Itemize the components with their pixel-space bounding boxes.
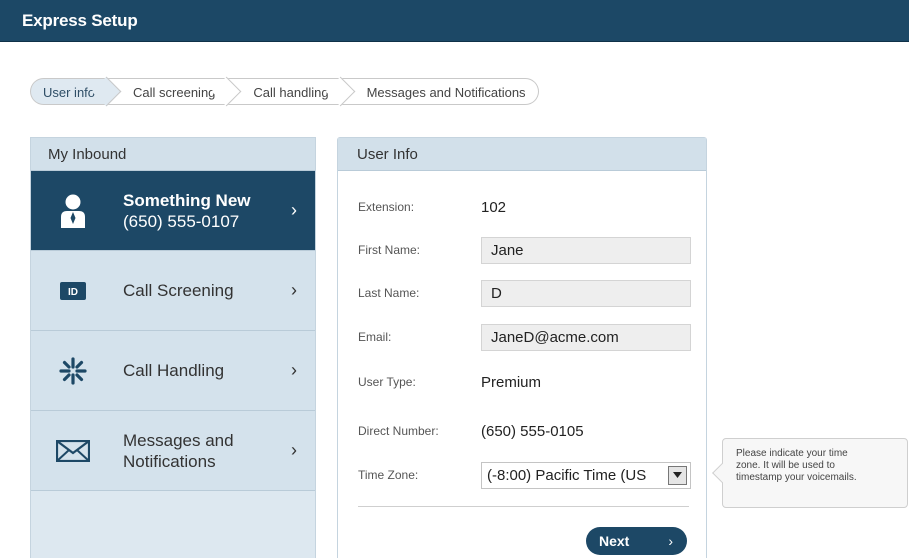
- sidebar-item-name: Something New: [123, 190, 251, 210]
- sidebar-item-user[interactable]: Something New (650) 555-0107 ›: [31, 171, 315, 251]
- first-name-label: First Name:: [358, 243, 421, 257]
- chevron-right-icon: ›: [291, 360, 297, 380]
- breadcrumb-call-screening[interactable]: Call screening: [107, 76, 242, 107]
- call-handling-icon: [53, 355, 93, 387]
- divider: [358, 506, 689, 507]
- breadcrumb-label: User info: [43, 85, 96, 100]
- sidebar-item-messages[interactable]: Messages and Notifications ›: [31, 411, 315, 491]
- user-type-row: User Type: Premium: [358, 368, 698, 396]
- extension-value: 102: [481, 198, 507, 216]
- sidebar-item-name: Messages and: [123, 430, 234, 450]
- direct-number-value: (650) 555-0105: [481, 422, 584, 440]
- my-inbound-title: My Inbound: [31, 138, 315, 171]
- tooltip-tail: [712, 463, 732, 483]
- breadcrumb-label: Call screening: [133, 85, 216, 100]
- extension-row: Extension: 102: [358, 193, 698, 221]
- time-zone-tooltip: Please indicate your time zone. It will …: [712, 438, 908, 508]
- last-name-label: Last Name:: [358, 286, 420, 300]
- chevron-right-icon: ›: [668, 533, 673, 549]
- email-field[interactable]: JaneD@acme.com: [481, 323, 691, 351]
- window-title: Express Setup: [22, 11, 138, 30]
- direct-number-label: Direct Number:: [358, 424, 439, 438]
- chevron-right-icon: ›: [291, 280, 297, 300]
- user-info-panel: User Info Extension: 102 First Name: Jan…: [337, 137, 707, 558]
- email-label: Email:: [358, 330, 392, 344]
- my-inbound-panel: My Inbound Something New (650) 555-0107 …: [30, 137, 316, 558]
- next-button-label: Next: [599, 533, 630, 549]
- sidebar-item-label: Call Handling: [123, 331, 224, 410]
- tooltip-line: timestamp your voicemails.: [736, 472, 857, 483]
- next-button[interactable]: Next ›: [586, 527, 687, 555]
- time-zone-label: Time Zone:: [358, 468, 419, 482]
- direct-number-row: Direct Number: (650) 555-0105: [358, 417, 698, 445]
- user-icon: [53, 194, 93, 228]
- first-name-row: First Name: Jane: [358, 236, 698, 264]
- sidebar-item-name-cont: Notifications: [123, 451, 216, 471]
- time-zone-row: Time Zone: (-8:00) Pacific Time (US: [358, 461, 698, 489]
- breadcrumb-label: Call handling: [253, 85, 329, 100]
- user-type-value: Premium: [481, 373, 542, 391]
- breadcrumb-messages[interactable]: Messages and Notifications: [340, 78, 539, 105]
- sidebar-item-number: (650) 555-0107: [123, 211, 240, 231]
- sidebar-item-label: Call Screening: [123, 251, 234, 330]
- sidebar-item-call-screening[interactable]: ID Call Screening ›: [31, 251, 315, 331]
- svg-text:ID: ID: [68, 287, 78, 298]
- sidebar-item-call-handling[interactable]: Call Handling ›: [31, 331, 315, 411]
- id-badge-icon: ID: [53, 275, 93, 307]
- chevron-down-icon[interactable]: [668, 465, 687, 485]
- title-bar: Express Setup: [0, 0, 909, 42]
- breadcrumb-call-handling[interactable]: Call handling: [227, 76, 355, 107]
- sidebar-item-label: Messages and Notifications: [123, 411, 234, 490]
- tooltip-line: Please indicate your time: [736, 448, 848, 459]
- breadcrumb-label: Messages and Notifications: [366, 85, 526, 100]
- user-info-title: User Info: [338, 138, 706, 171]
- sidebar-item-label: Something New (650) 555-0107: [123, 171, 251, 250]
- time-zone-value: (-8:00) Pacific Time (US: [487, 466, 647, 484]
- last-name-field[interactable]: D: [481, 279, 691, 307]
- breadcrumb-user-info[interactable]: User info: [30, 76, 122, 107]
- user-type-label: User Type:: [358, 375, 416, 389]
- envelope-icon: [53, 435, 93, 467]
- sidebar-item-name: Call Handling: [123, 361, 225, 380]
- time-zone-select[interactable]: (-8:00) Pacific Time (US: [481, 461, 691, 489]
- last-name-row: Last Name: D: [358, 279, 698, 307]
- breadcrumb: User info Call screening Call handling M…: [30, 76, 539, 107]
- email-row: Email: JaneD@acme.com: [358, 323, 698, 351]
- first-name-field[interactable]: Jane: [481, 236, 691, 264]
- tooltip-line: zone. It will be used to: [736, 460, 835, 471]
- extension-label: Extension:: [358, 200, 415, 214]
- chevron-right-icon: ›: [291, 200, 297, 220]
- sidebar-item-name: Call Screening: [123, 281, 234, 300]
- chevron-right-icon: ›: [291, 440, 297, 460]
